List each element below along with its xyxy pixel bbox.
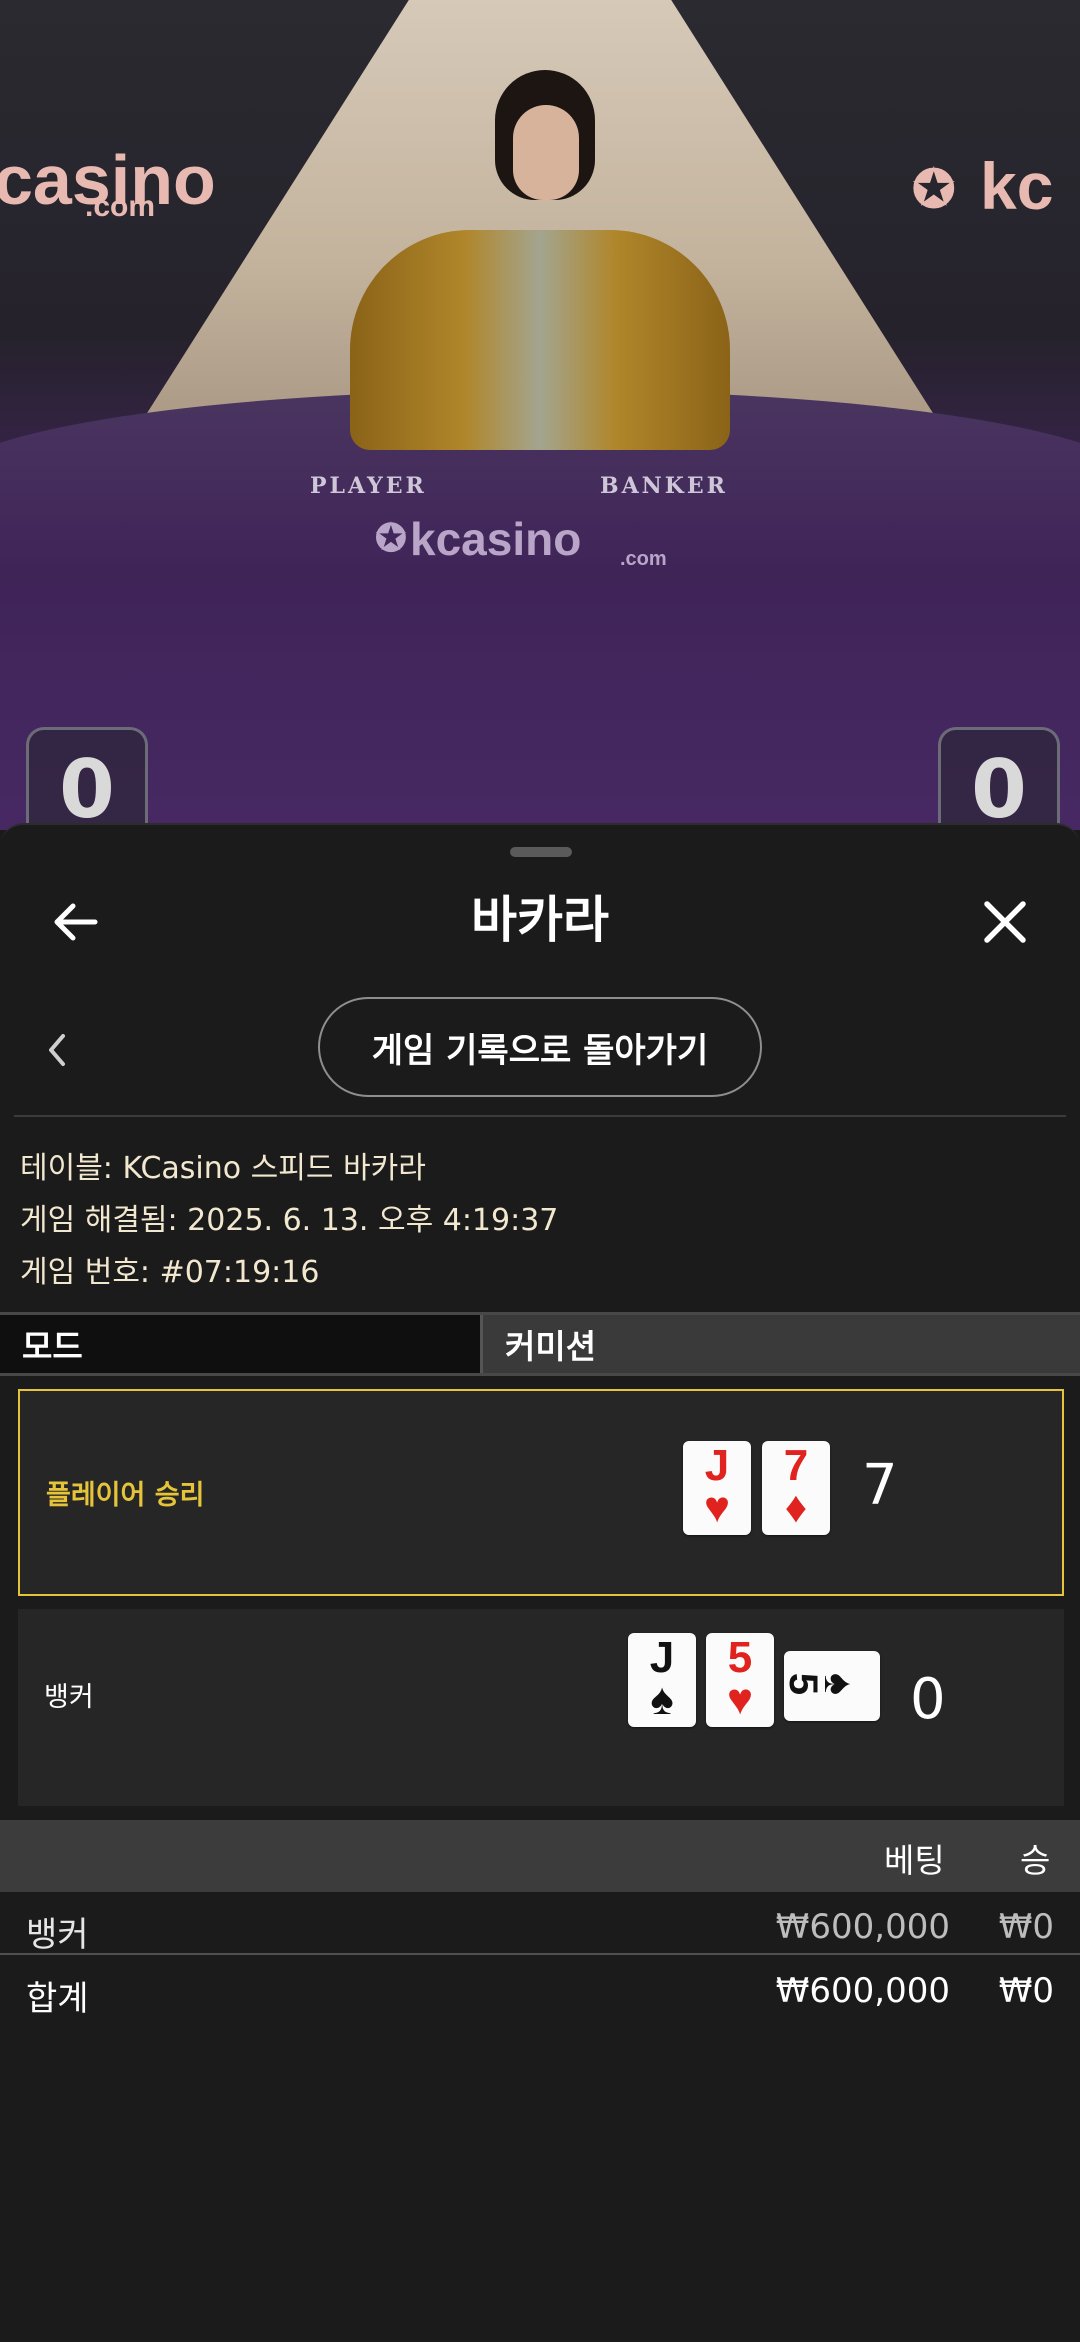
total-win: ₩0 bbox=[998, 1971, 1054, 2011]
table-row: 합계 ₩600,000 ₩0 bbox=[0, 1959, 1080, 2021]
player-result-label: 플레이어 승리 bbox=[46, 1480, 205, 1511]
casino-logo-right: kc bbox=[980, 149, 1054, 223]
player-card-1: J ♥ bbox=[683, 1441, 751, 1535]
banker-hand-score: 0 bbox=[910, 1667, 946, 1732]
table-name: 테이블: KCasino 스피드 바카라 bbox=[20, 1151, 426, 1186]
player-hand: 플레이어 승리 J ♥ 7 ♦ 7 bbox=[18, 1389, 1064, 1596]
page-title: 바카라 bbox=[471, 891, 609, 949]
felt-logo: kcasino bbox=[410, 513, 582, 565]
felt-banker-label: BANKER bbox=[600, 473, 728, 499]
felt-chip-icon: ✪ bbox=[375, 518, 407, 560]
row-divider bbox=[0, 1953, 1080, 1955]
chevron-left-icon[interactable] bbox=[22, 1015, 92, 1085]
total-bet: ₩600,000 bbox=[775, 1971, 950, 2011]
round-number: 게임 번호: #07:19:16 bbox=[20, 1255, 320, 1290]
banker-card-2: 5 ♥ bbox=[706, 1633, 774, 1727]
win-amount: ₩0 bbox=[998, 1907, 1054, 1947]
banker-hand: 뱅커 J ♠ 5 ♥ 5 ♠ 0 bbox=[18, 1609, 1064, 1806]
close-icon[interactable] bbox=[970, 887, 1040, 957]
player-score-box: 0 bbox=[26, 727, 148, 830]
live-video: casino .com kc ✪ PLAYER BANKER kcasino ✪… bbox=[0, 0, 1080, 830]
mode-tabs: 모드 커미션 bbox=[0, 1312, 1080, 1376]
banker-card-3-sideways: 5 ♠ bbox=[781, 1651, 880, 1721]
bets-table-header: 베팅 승 bbox=[0, 1820, 1080, 1892]
bet-column-header: 베팅 bbox=[884, 1841, 945, 1880]
dealer-body bbox=[350, 230, 730, 450]
diamond-icon: ♦ bbox=[784, 1483, 808, 1532]
win-column-header: 승 bbox=[1020, 1841, 1051, 1880]
divider bbox=[14, 1115, 1066, 1117]
baccarat-table bbox=[0, 390, 1080, 830]
resolved-time: 게임 해결됨: 2025. 6. 13. 오후 4:19:37 bbox=[20, 1203, 559, 1238]
felt-player-label: PLAYER bbox=[310, 473, 427, 499]
drag-handle[interactable] bbox=[510, 847, 572, 857]
banker-label: 뱅커 bbox=[44, 1682, 94, 1713]
felt-logo-sub: .com bbox=[620, 548, 667, 570]
banker-score-box: 0 bbox=[938, 727, 1060, 830]
banker-card-1: J ♠ bbox=[628, 1633, 696, 1727]
heart-icon: ♥ bbox=[726, 1675, 754, 1724]
tab-mode[interactable]: 모드 bbox=[0, 1315, 480, 1373]
player-card-2: 7 ♦ bbox=[762, 1441, 830, 1535]
table-row: 뱅커 ₩600,000 ₩0 bbox=[0, 1895, 1080, 1957]
player-hand-score: 7 bbox=[862, 1453, 898, 1518]
bet-name: 뱅커 bbox=[26, 1915, 89, 1955]
heart-icon: ♥ bbox=[703, 1483, 731, 1532]
spade-icon: ♠ bbox=[650, 1675, 674, 1724]
chip-logo-icon: ✪ bbox=[912, 161, 956, 219]
spade-icon: ♠ bbox=[816, 1672, 864, 1696]
casino-logo-left-sub: .com bbox=[85, 190, 156, 223]
bet-amount: ₩600,000 bbox=[775, 1907, 950, 1947]
dealer-face bbox=[513, 105, 579, 200]
game-detail-sheet: 바카라 게임 기록으로 돌아가기 테이블: KCasino 스피드 바카라 게임… bbox=[0, 823, 1080, 2342]
total-label: 합계 bbox=[26, 1979, 89, 2019]
tab-commission[interactable]: 커미션 bbox=[480, 1315, 1080, 1373]
back-to-history-button[interactable]: 게임 기록으로 돌아가기 bbox=[318, 997, 762, 1097]
